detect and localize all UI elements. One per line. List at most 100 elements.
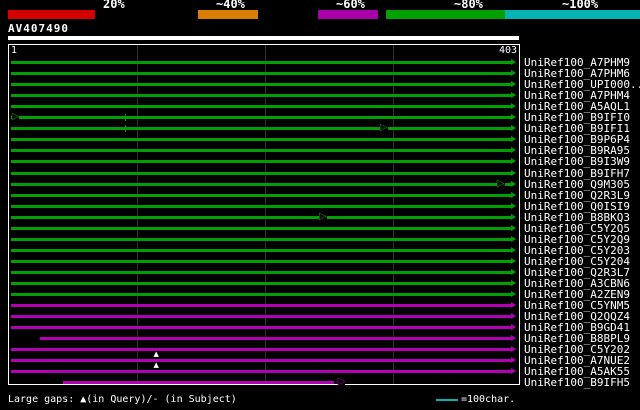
scale-segment	[8, 10, 95, 19]
bar-arrowhead-icon	[511, 59, 516, 65]
scale-segment	[95, 10, 198, 19]
bar-arrowhead-icon	[511, 147, 516, 154]
marker-tick-icon	[125, 114, 127, 122]
scale-labels: 20% ~40% ~60% ~80% ~100%	[0, 0, 640, 10]
hit-labels-column: UniRef100_A7PHM9 UniRef100_A7PHM6 UniRef10…	[524, 45, 640, 388]
scale-segment	[318, 10, 378, 19]
bar-arrowhead-icon	[510, 335, 516, 342]
hit-bar[interactable]	[11, 114, 516, 121]
hit-bar[interactable]	[11, 268, 516, 275]
bar-arrowhead-icon	[511, 103, 516, 110]
scale-segment	[505, 10, 640, 19]
hit-bar[interactable]	[11, 313, 516, 320]
hit-bar[interactable]	[11, 70, 516, 77]
bar-arrowhead-icon	[511, 368, 516, 375]
query-name: AV407490	[8, 22, 69, 35]
hit-bar[interactable]	[11, 147, 516, 154]
scale-label: ~100%	[562, 0, 599, 11]
bar-arrowhead-icon	[511, 136, 516, 143]
scale-segment	[258, 10, 318, 19]
hit-bar[interactable]	[11, 357, 516, 364]
identity-scale-bar	[0, 10, 640, 19]
scale-segment	[198, 10, 258, 19]
scale-segment	[0, 10, 8, 19]
hit-label[interactable]: UniRef100_Q9M305	[524, 179, 630, 190]
hit-label[interactable]: UniRef100_Q2R3L9	[524, 190, 630, 201]
query-bar	[8, 36, 519, 40]
hit-bar[interactable]	[63, 381, 335, 385]
bar-arrowhead-icon	[511, 280, 516, 286]
hit-bar[interactable]	[11, 346, 516, 353]
bar-arrowhead-icon	[511, 169, 516, 176]
scale-label: ~40%	[216, 0, 245, 11]
bar-arrowhead-icon	[511, 302, 516, 309]
bar-arrowhead-icon	[511, 257, 516, 264]
bar-arrowhead-icon	[511, 81, 516, 88]
hit-bar[interactable]	[11, 224, 516, 231]
bar-arrowhead-icon	[511, 357, 516, 364]
marker-open-arrow-icon: ▷	[379, 122, 388, 134]
scale-label: ~80%	[454, 0, 483, 11]
hit-bars-area: ▷ ▷ ▷ ▷ ▲ ▲ ▷	[9, 45, 519, 388]
bar-arrowhead-icon	[511, 324, 516, 331]
hit-bar[interactable]	[11, 280, 516, 286]
bar-arrowhead-icon	[511, 291, 516, 298]
marker-open-arrow-icon: ▷	[496, 177, 505, 189]
marker-open-arrow-icon: ▷	[318, 210, 327, 222]
hit-bar[interactable]	[39, 335, 516, 342]
hit-bar[interactable]	[11, 257, 516, 264]
marker-gap-up-icon: ▲	[153, 361, 159, 370]
hit-label[interactable]: UniRef100_B9I3W9	[524, 156, 630, 167]
hit-bar[interactable]	[11, 202, 516, 209]
bar-arrowhead-icon	[511, 346, 516, 353]
bar-arrowhead-icon	[511, 92, 516, 99]
hit-bar[interactable]	[11, 81, 516, 88]
marker-tick-icon	[125, 125, 127, 133]
bar-arrowhead-icon	[511, 191, 516, 198]
bar-arrowhead-icon	[511, 213, 516, 220]
hit-bar[interactable]	[11, 368, 516, 375]
scale-segment	[386, 10, 505, 19]
scale-segment	[378, 10, 386, 19]
marker-open-arrow-icon: ▷	[11, 111, 20, 123]
alignment-plot: 1 403 ▷ ▷ ▷ ▷ ▲ ▲ ▷	[8, 44, 520, 388]
hit-label[interactable]: UniRef100_Q0ISI9	[524, 201, 630, 212]
hit-bar[interactable]	[11, 92, 516, 99]
hit-bar[interactable]	[11, 191, 516, 198]
hit-bar[interactable]	[11, 103, 516, 110]
bar-arrowhead-icon	[511, 180, 516, 187]
hit-bar[interactable]	[11, 302, 516, 309]
bar-arrowhead-icon	[511, 202, 516, 209]
hit-bar[interactable]	[11, 169, 516, 176]
hit-label[interactable]: UniRef100_B9IFH7	[524, 168, 630, 179]
hit-bar[interactable]	[11, 158, 516, 165]
bar-arrowhead-icon	[511, 114, 516, 121]
marker-gap-up-icon: ▲	[153, 350, 159, 359]
legend: Large gaps: ▲(in Query)/- (in Subject) =…	[0, 394, 640, 408]
hit-bar[interactable]	[11, 136, 516, 143]
hit-bar[interactable]	[11, 235, 516, 242]
bar-arrowhead-icon	[511, 125, 516, 132]
bar-arrowhead-icon	[511, 246, 516, 253]
bar-arrowhead-icon	[511, 70, 516, 77]
bar-arrowhead-icon	[511, 235, 516, 242]
bar-arrowhead-icon	[511, 224, 516, 231]
hit-bar[interactable]	[11, 324, 516, 331]
scale-length-line	[436, 399, 458, 401]
legend-gaps-text: Large gaps: ▲(in Query)/- (in Subject)	[8, 394, 237, 405]
hit-bar[interactable]	[11, 291, 516, 298]
bar-arrowhead-icon	[511, 268, 516, 275]
scale-label: 20%	[103, 0, 125, 11]
hit-bar[interactable]	[11, 246, 516, 253]
hit-bar[interactable]	[11, 213, 516, 220]
hit-label[interactable]: UniRef100_B9IFH5	[524, 377, 630, 388]
marker-open-arrow-icon: ▷	[337, 376, 346, 388]
scale-label: ~60%	[336, 0, 365, 11]
bar-arrowhead-icon	[511, 158, 516, 165]
hit-bar[interactable]	[11, 125, 516, 132]
legend-scale: =100char.	[436, 394, 515, 406]
legend-scale-text: =100char.	[461, 394, 516, 405]
hit-bar[interactable]	[11, 59, 516, 65]
bar-arrowhead-icon	[511, 313, 516, 320]
hit-bar[interactable]	[11, 180, 516, 187]
